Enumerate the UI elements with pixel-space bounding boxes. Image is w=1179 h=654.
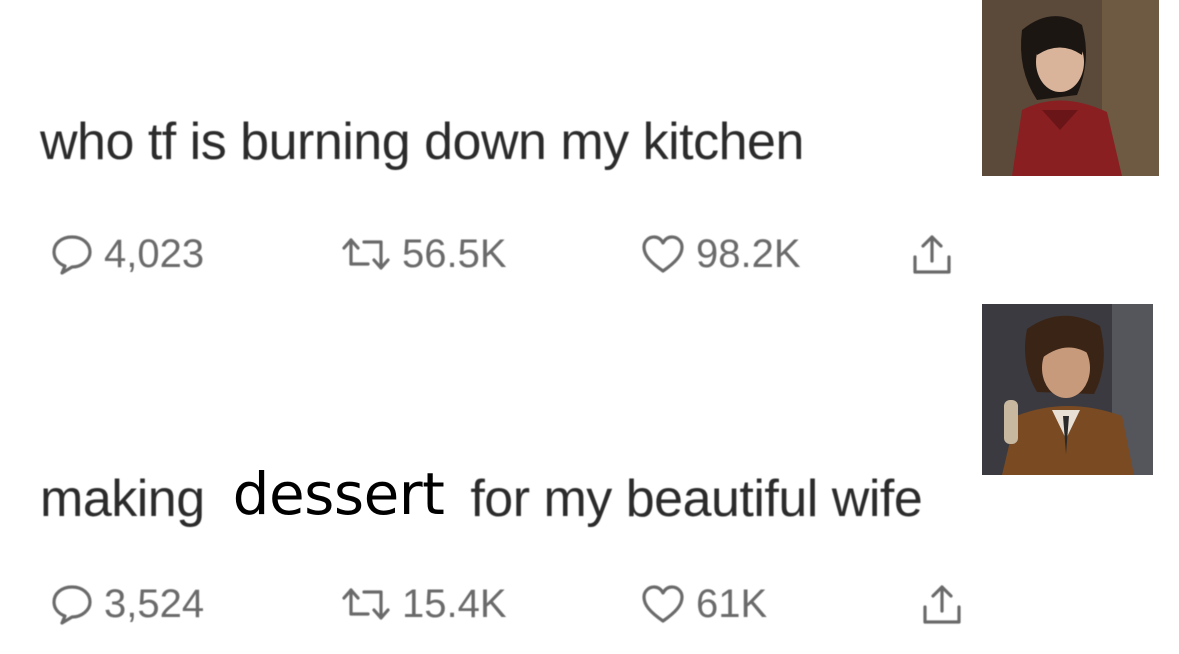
like-count: 98.2K bbox=[696, 231, 801, 276]
portrait-woman-image bbox=[982, 0, 1159, 176]
retweet-count: 56.5K bbox=[402, 231, 507, 276]
reply-icon bbox=[52, 585, 92, 625]
tweet-2-text: making dessert for my beautiful wife bbox=[40, 460, 923, 530]
portrait-man-image bbox=[982, 304, 1153, 475]
character-portrait-woman bbox=[982, 0, 1159, 176]
retweet-icon bbox=[342, 588, 390, 620]
retweet-button[interactable]: 56.5K bbox=[340, 232, 640, 277]
reply-button[interactable]: 3,524 bbox=[50, 582, 340, 627]
reply-button[interactable]: 4,023 bbox=[50, 232, 340, 277]
share-button[interactable] bbox=[910, 231, 954, 277]
like-icon bbox=[642, 235, 684, 273]
overlay-caption-word: dessert bbox=[232, 460, 445, 528]
tweet-2-text-before: making bbox=[40, 470, 205, 528]
like-count: 61K bbox=[696, 581, 768, 626]
share-button[interactable] bbox=[920, 581, 964, 627]
like-button[interactable]: 98.2K bbox=[640, 232, 910, 277]
tweet-2-actions: 3,524 15.4K 61K bbox=[50, 574, 964, 634]
tweet-1-actions: 4,023 56.5K 98.2K bbox=[50, 224, 954, 284]
reply-count: 3,524 bbox=[104, 581, 205, 626]
like-icon bbox=[642, 585, 684, 623]
character-portrait-man bbox=[982, 304, 1153, 475]
retweet-button[interactable]: 15.4K bbox=[340, 582, 640, 627]
tweet-1-text: who tf is burning down my kitchen bbox=[40, 113, 804, 171]
retweet-count: 15.4K bbox=[402, 581, 507, 626]
reply-icon bbox=[52, 235, 92, 275]
reply-count: 4,023 bbox=[104, 231, 205, 276]
like-button[interactable]: 61K bbox=[640, 582, 920, 627]
share-icon bbox=[913, 235, 951, 274]
share-icon bbox=[923, 585, 961, 624]
tweet-2-text-after: for my beautiful wife bbox=[470, 470, 923, 528]
retweet-icon bbox=[342, 238, 390, 270]
